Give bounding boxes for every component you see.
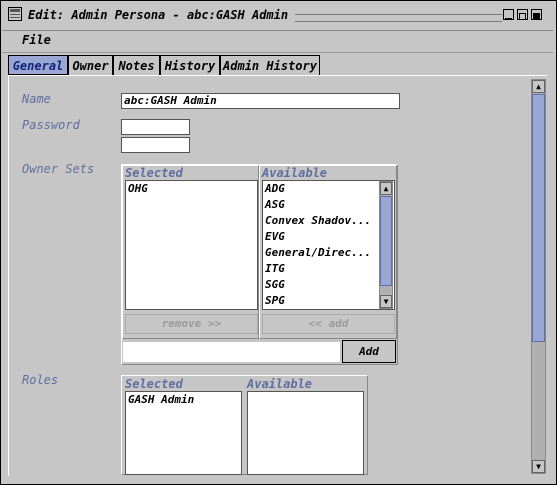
scroll-down-icon[interactable]: ▼	[532, 460, 545, 473]
window-menu-icon[interactable]	[8, 7, 22, 21]
list-item[interactable]: ASG	[263, 197, 377, 213]
owner-available-list[interactable]: ADG ASG Convex Shadov... EVG General/Dir…	[262, 180, 395, 310]
menu-file[interactable]: File	[22, 33, 51, 47]
maximize-button[interactable]	[517, 9, 528, 20]
roles-label: Roles	[22, 373, 59, 387]
tab-general[interactable]: General	[8, 55, 68, 75]
minimize-icon	[505, 18, 512, 20]
owner-sets-label: Owner Sets	[22, 162, 95, 176]
password-label: Password	[22, 118, 80, 132]
list-item[interactable]: Convex Shadov...	[263, 213, 377, 229]
scroll-down-icon[interactable]: ▼	[380, 295, 392, 308]
list-item[interactable]: SPG	[263, 293, 377, 309]
list-item[interactable]: ADG	[263, 181, 377, 197]
tab-notes[interactable]: Notes	[113, 55, 160, 75]
close-button[interactable]	[531, 9, 542, 20]
owner-set-add-input[interactable]	[122, 341, 341, 363]
tab-admin-history[interactable]: Admin History	[220, 55, 320, 75]
close-icon	[533, 13, 540, 20]
maximize-icon	[519, 13, 526, 20]
password-confirm-field[interactable]	[121, 137, 190, 153]
list-item[interactable]: GASH Admin	[126, 392, 241, 408]
minimize-button[interactable]	[503, 9, 514, 20]
tab-owner[interactable]: Owner	[68, 55, 113, 75]
roles-available-header: Available	[247, 377, 313, 391]
list-item[interactable]: EVG	[263, 229, 377, 245]
tab-history[interactable]: History	[160, 55, 220, 75]
roles-available-list[interactable]	[247, 391, 364, 475]
list-item[interactable]: ITG	[263, 261, 377, 277]
scroll-up-icon[interactable]: ▲	[532, 80, 545, 93]
window-title: Edit: Admin Persona - abc:GASH Admin	[28, 8, 289, 22]
menu-bar	[2, 30, 553, 53]
add-to-selected-button[interactable]: << add	[262, 314, 395, 334]
title-bar-rule	[295, 14, 502, 22]
owner-selected-list[interactable]: OHG	[125, 180, 258, 310]
owner-available-header: Available	[262, 166, 328, 180]
roles-selected-header: Selected	[125, 377, 183, 391]
panel-scroll-thumb[interactable]	[532, 94, 545, 342]
roles-selected-list[interactable]: GASH Admin	[125, 391, 242, 475]
remove-button[interactable]: remove >>	[125, 314, 258, 334]
owner-selected-header: Selected	[125, 166, 183, 180]
list-item[interactable]: SGG	[263, 277, 377, 293]
add-button[interactable]: Add	[342, 340, 396, 363]
name-field[interactable]: abc:GASH Admin	[121, 93, 400, 109]
name-label: Name	[22, 92, 51, 106]
scroll-thumb[interactable]	[380, 196, 392, 286]
password-field[interactable]	[121, 119, 190, 135]
scroll-up-icon[interactable]: ▲	[380, 182, 392, 195]
list-item[interactable]: General/Direc...	[263, 245, 377, 261]
list-item[interactable]: OHG	[126, 181, 257, 197]
